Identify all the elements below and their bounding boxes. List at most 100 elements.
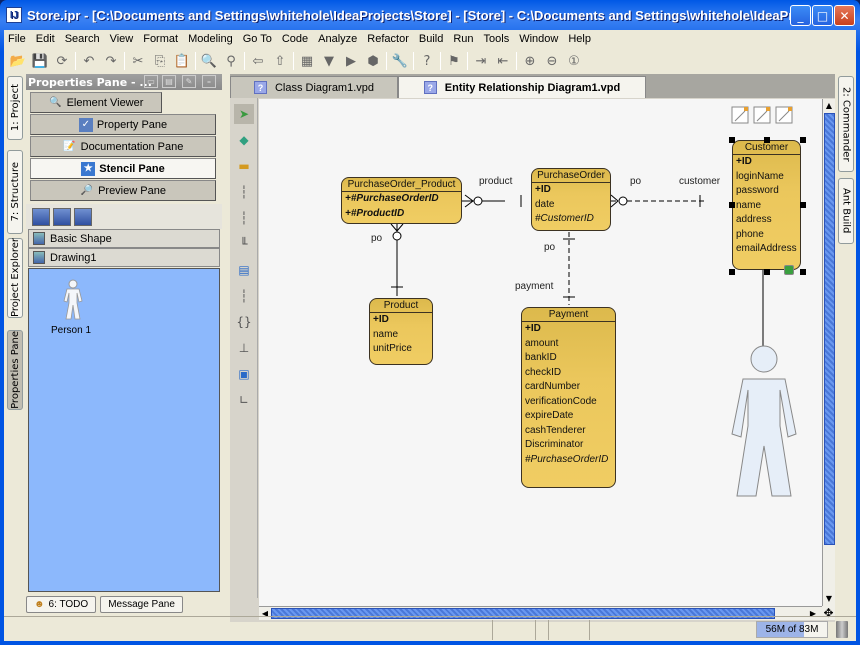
tab-commander[interactable]: 2: Commander (838, 76, 854, 172)
menu-refactor[interactable]: Refactor (363, 33, 415, 45)
resource-icons[interactable] (731, 106, 793, 124)
entity-column[interactable]: unitPrice (370, 342, 432, 357)
tab-class-diagram[interactable]: ? Class Diagram1.vpd (230, 76, 398, 98)
open-icon[interactable]: 📂 (7, 50, 29, 72)
eraser-icon[interactable]: ◆ (234, 130, 254, 150)
find-icon[interactable]: 🔍 (198, 50, 220, 72)
entity-column[interactable]: +#ProductID (342, 207, 461, 222)
scroll-up-icon[interactable]: ▲ (823, 99, 835, 111)
documentation-pane-button[interactable]: 📝 Documentation Pane (30, 136, 216, 157)
cut-icon[interactable]: ✂ (127, 50, 149, 72)
tab-structure[interactable]: 7: Structure (7, 150, 23, 234)
menu-tools[interactable]: Tools (480, 33, 516, 45)
debug-icon[interactable]: ⬢ (362, 50, 384, 72)
entity-column[interactable]: verificationCode (522, 395, 615, 410)
entity-column[interactable]: +#PurchaseOrderID (342, 192, 461, 207)
diagram-canvas[interactable]: PurchaseOrder_Product +#PurchaseOrderID +#… (259, 99, 822, 606)
import-stencil-icon[interactable] (32, 207, 50, 226)
run-icon[interactable]: ▶ (340, 50, 362, 72)
redo-icon[interactable]: ↷ (100, 50, 122, 72)
connector-customer[interactable] (610, 194, 705, 208)
entity-column[interactable]: password (733, 184, 800, 199)
entity-product[interactable]: Product +ID name unitPrice (369, 298, 433, 365)
one-one-relationship-icon[interactable]: ┆ (234, 182, 254, 202)
entity-customer[interactable]: Customer +ID loginName password name address p… (732, 140, 801, 270)
resize-handle[interactable] (729, 269, 735, 275)
resize-handle[interactable] (764, 137, 770, 143)
many-many-relationship-icon[interactable]: ╙ (234, 234, 254, 254)
zoom-in-icon[interactable]: ⊕ (519, 50, 541, 72)
export-icon[interactable]: ⇤ (492, 50, 514, 72)
entity-column[interactable]: +ID (522, 322, 615, 337)
vertical-scrollbar[interactable]: ▲ ▼ (822, 99, 835, 606)
menu-code[interactable]: Code (278, 33, 314, 45)
back-icon[interactable]: ⇦ (247, 50, 269, 72)
entity-purchaseorder[interactable]: PurchaseOrder +ID date #CustomerID (531, 168, 611, 231)
entity-column[interactable]: name (733, 199, 800, 214)
entity-column[interactable]: #PurchaseOrderID (522, 453, 615, 468)
vertical-scroll-thumb[interactable] (824, 113, 835, 545)
model-element-icon[interactable] (784, 265, 794, 275)
binary-icon[interactable]: ▦ (296, 50, 318, 72)
resize-handle[interactable] (800, 137, 806, 143)
stencil-drawing1[interactable]: Drawing1 (28, 248, 220, 267)
table-icon[interactable]: ▣ (234, 364, 254, 384)
replace-icon[interactable]: ⚲ (220, 50, 242, 72)
connector-payment[interactable] (563, 232, 575, 305)
menu-file[interactable]: File (4, 33, 32, 45)
entity-icon[interactable]: ▬ (234, 156, 254, 176)
tab-project-explorer[interactable]: Project Explorer (7, 238, 23, 318)
resize-handle[interactable] (800, 269, 806, 275)
float-icon[interactable]: ▭ (144, 75, 158, 88)
entity-column[interactable]: checkID (522, 366, 615, 381)
person-shape-icon[interactable] (61, 279, 85, 323)
sequence-icon[interactable]: ⊥ (234, 338, 254, 358)
copy-icon[interactable]: ⎘ (149, 50, 171, 72)
hide-icon[interactable]: – (202, 75, 216, 88)
entity-column[interactable]: expireDate (522, 409, 615, 424)
menu-analyze[interactable]: Analyze (314, 33, 363, 45)
entity-column[interactable]: cardNumber (522, 380, 615, 395)
tab-todo[interactable]: ☻ 6: TODO (26, 596, 97, 613)
entity-column[interactable]: phone (733, 228, 800, 243)
element-viewer-button[interactable]: 🔍 Element Viewer (30, 92, 162, 113)
minimize-button[interactable]: _ (790, 5, 811, 26)
menu-modeling[interactable]: Modeling (184, 33, 239, 45)
connector-product[interactable] (461, 194, 522, 208)
stored-procedure-icon[interactable]: {} (234, 312, 254, 332)
note-connector-icon[interactable]: ┆ (234, 286, 254, 306)
paste-icon[interactable]: 📋 (171, 50, 193, 72)
new-stencil-icon[interactable] (53, 207, 71, 226)
menu-help[interactable]: Help (564, 33, 597, 45)
entity-column[interactable]: +ID (370, 313, 432, 328)
entity-column[interactable]: loginName (733, 170, 800, 185)
run-config-dropdown[interactable]: ▼ (318, 50, 340, 72)
entity-column[interactable]: cashTenderer (522, 424, 615, 439)
settings-icon[interactable]: 🔧 (389, 50, 411, 72)
tab-project[interactable]: 1: Project (7, 76, 23, 140)
anchor-icon[interactable]: ∟ (234, 390, 254, 410)
entity-column[interactable]: +ID (733, 155, 800, 170)
preview-pane-button[interactable]: 🔎 Preview Pane (30, 180, 216, 201)
forward-icon[interactable]: ⇧ (269, 50, 291, 72)
manage-stencil-icon[interactable] (74, 207, 92, 226)
garbage-collect-icon[interactable] (836, 621, 848, 638)
menu-build[interactable]: Build (415, 33, 449, 45)
entity-column[interactable]: address (733, 213, 800, 228)
zoom-actual-icon[interactable]: ① (563, 50, 585, 72)
pin-icon[interactable]: ✎ (182, 75, 196, 88)
tab-message-pane[interactable]: Message Pane (100, 596, 183, 613)
menu-edit[interactable]: Edit (32, 33, 61, 45)
entity-column[interactable]: bankID (522, 351, 615, 366)
person-actor[interactable] (731, 345, 797, 497)
dock-icon[interactable]: ▤ (162, 75, 176, 88)
entity-purchaseorder-product[interactable]: PurchaseOrder_Product +#PurchaseOrderID +#… (341, 177, 462, 224)
tab-ant-build[interactable]: Ant Build (838, 178, 854, 244)
entity-payment[interactable]: Payment +ID amount bankID checkID cardNumber v… (521, 307, 616, 488)
save-icon[interactable]: 💾 (29, 50, 51, 72)
stencil-basic-shape[interactable]: Basic Shape (28, 229, 220, 248)
help-icon[interactable]: ? (416, 50, 438, 72)
tab-properties-pane[interactable]: Properties Pane (7, 330, 23, 410)
undo-icon[interactable]: ↶ (78, 50, 100, 72)
entity-column[interactable]: #CustomerID (532, 212, 610, 227)
